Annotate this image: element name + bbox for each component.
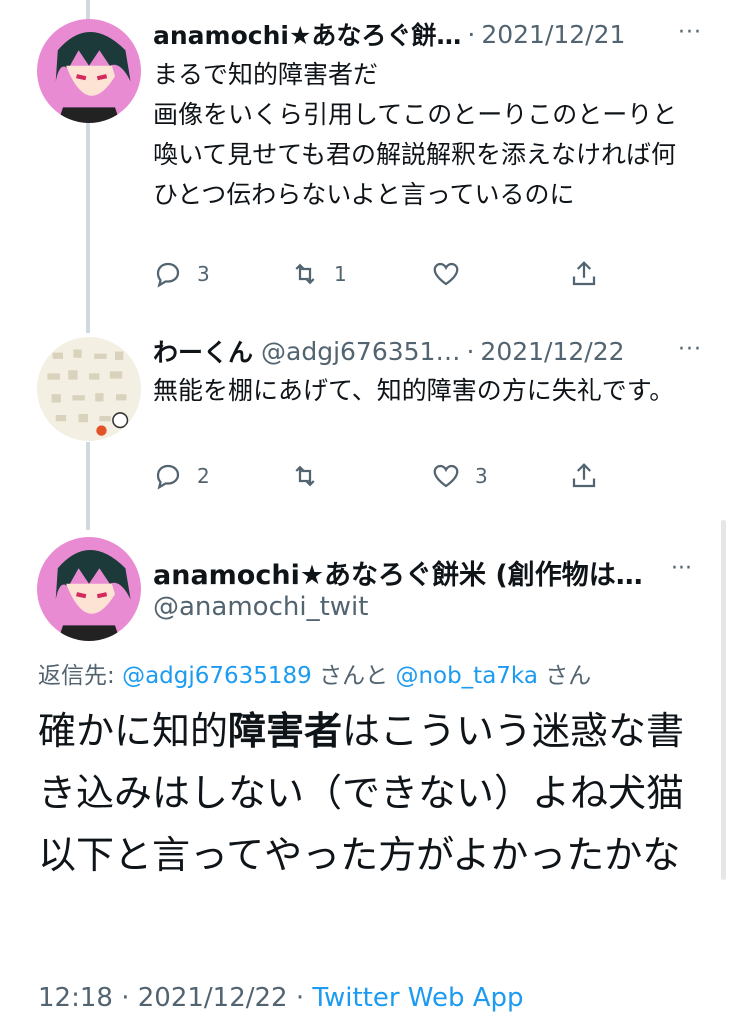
tweet-meta: 12:18 · 2021/12/22 · Twitter Web App: [38, 983, 524, 1013]
retweet-icon: [295, 263, 315, 285]
separator-dot: ·: [467, 19, 476, 49]
tweet-actions: 2 3: [153, 461, 613, 495]
author-name[interactable]: anamochi★あなろぐ餅米 (創作物は…: [153, 553, 653, 592]
tweet-header: わーくん @adgj676351… · 2021/12/22 ···: [153, 331, 702, 371]
retweet-count: 1: [334, 262, 347, 286]
reply-count: 2: [197, 464, 210, 488]
reply-to-suffix: さん: [537, 663, 592, 689]
more-options-icon[interactable]: ···: [678, 337, 702, 362]
retweet-icon: [295, 465, 315, 487]
tweet-date[interactable]: 2021/12/22: [138, 983, 288, 1013]
like-button[interactable]: [431, 259, 475, 289]
heart-icon: [433, 262, 459, 286]
avatar[interactable]: [37, 337, 141, 441]
retweet-button[interactable]: [290, 461, 334, 491]
pattern-avatar-icon: [37, 337, 141, 441]
author-handle[interactable]: @anamochi_twit: [153, 592, 368, 622]
avatar[interactable]: [37, 19, 141, 123]
like-button[interactable]: 3: [431, 461, 488, 491]
reply-count: 3: [197, 262, 210, 286]
separator-dot: ·: [287, 983, 313, 1013]
anime-character-avatar-icon: [37, 19, 141, 123]
tweet-header: anamochi★あなろぐ餅… · 2021/12/21 ···: [153, 14, 702, 54]
tweet-date[interactable]: 2021/12/21: [481, 20, 625, 49]
mention-link[interactable]: @nob_ta7ka: [395, 663, 538, 689]
share-icon: [572, 261, 596, 286]
separator-dot: ·: [112, 983, 138, 1013]
tweet-text: 無能を棚にあげて、知的障害の方に失礼です。: [153, 376, 675, 405]
thread-line-1: [86, 123, 90, 333]
tweet-text: 確かに知的障害者はこういう迷惑な書き込みはしない（できない）よね犬猫以下と言って…: [38, 700, 698, 886]
share-icon: [572, 463, 596, 488]
reply-to-prefix: 返信先:: [38, 663, 123, 689]
reply-to-mid: さんと: [311, 663, 396, 689]
source-link[interactable]: Twitter Web App: [312, 983, 523, 1013]
share-button[interactable]: [569, 259, 599, 289]
reply-button[interactable]: 3: [153, 259, 210, 289]
more-options-icon[interactable]: ···: [678, 20, 702, 45]
tweet-time[interactable]: 12:18: [38, 983, 113, 1013]
reply-button[interactable]: 2: [153, 461, 210, 491]
share-button[interactable]: [569, 461, 599, 491]
author-name[interactable]: わーくん: [153, 333, 253, 369]
retweet-button[interactable]: 1: [290, 259, 347, 289]
mention-link[interactable]: @adgj67635189: [122, 663, 312, 689]
like-count: 3: [475, 464, 488, 488]
thread-line-2: [86, 442, 90, 530]
tweet-date[interactable]: 2021/12/22: [480, 337, 624, 366]
tweet-text-bold: 障害者: [228, 709, 343, 753]
author-handle[interactable]: @adgj676351…: [261, 337, 460, 366]
tweet-actions: 3 1: [153, 259, 613, 293]
thread-line-top: [86, 0, 90, 20]
tweet-text: まるで知的障害者だ 画像をいくら引用してこのとーりこのとーりと喚いて見せても君の…: [153, 60, 678, 209]
reply-to-line: 返信先: @adgj67635189 さんと @nob_ta7ka さん: [38, 656, 591, 690]
anime-character-avatar-icon: [37, 537, 141, 641]
author-name[interactable]: anamochi★あなろぐ餅…: [153, 16, 461, 52]
tweet-text-part: 確かに知的: [38, 709, 229, 753]
separator-dot: ·: [466, 336, 475, 366]
reply-icon: [156, 262, 180, 288]
reply-icon: [156, 464, 180, 490]
heart-icon: [433, 464, 459, 488]
avatar[interactable]: [37, 537, 141, 641]
scrollbar[interactable]: [721, 520, 726, 880]
more-options-icon[interactable]: ···: [671, 556, 692, 581]
